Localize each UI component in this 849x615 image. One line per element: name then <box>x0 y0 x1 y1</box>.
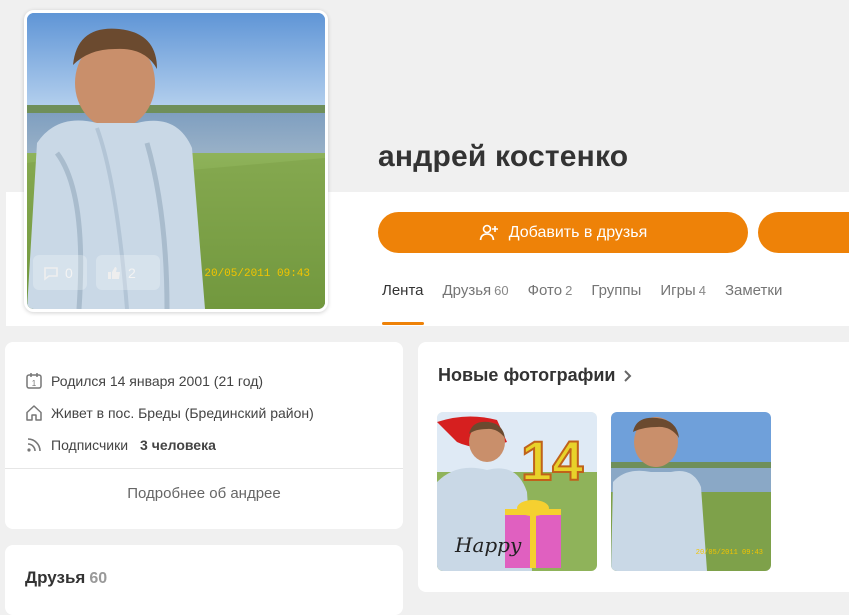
divider <box>5 468 403 469</box>
tab-games[interactable]: Игры 4 <box>660 282 706 326</box>
tab-groups-label: Группы <box>591 282 642 299</box>
avatar-comments-button[interactable]: 0 <box>33 255 87 290</box>
photo-thumbnail-1[interactable]: 14 Happy <box>437 412 597 571</box>
tab-photos-label: Фото <box>527 282 563 299</box>
new-photos-card: Новые фотографии 14 Happy 20/05/2011 09:… <box>418 342 849 592</box>
tab-groups[interactable]: Группы <box>591 282 641 326</box>
new-photos-title[interactable]: Новые фотографии <box>438 365 633 386</box>
photo-thumbnail-2[interactable]: 20/05/2011 09:43 <box>611 412 771 571</box>
calendar-icon: 1 <box>26 373 42 389</box>
photo-timestamp: 20/05/2011 09:43 <box>696 549 763 557</box>
tab-games-count: 4 <box>698 283 706 298</box>
birthday-row: 1 Родился 14 января 2001 (21 год) <box>25 372 263 390</box>
tab-friends[interactable]: Друзья 60 <box>443 282 509 326</box>
rss-icon <box>27 438 41 452</box>
comment-icon <box>44 266 58 281</box>
add-user-icon <box>479 224 498 240</box>
tab-notes-label: Заметки <box>724 282 783 299</box>
secondary-action-button[interactable] <box>758 212 849 253</box>
tab-feed[interactable]: Лента <box>382 282 424 326</box>
birthday-text: Родился 14 января 2001 (21 год) <box>51 373 264 389</box>
friends-title[interactable]: Друзья 60 <box>25 568 107 588</box>
happy-text: Happy <box>454 533 522 557</box>
avatar-comments-count: 0 <box>65 264 73 281</box>
new-photos-title-label: Новые фотографии <box>438 365 616 385</box>
avatar-timestamp: 20/05/2011 09:43 <box>204 268 310 280</box>
friends-count: 60 <box>89 570 108 587</box>
friends-title-label: Друзья <box>25 568 86 587</box>
tab-friends-label: Друзья <box>442 282 492 299</box>
followers-label: Подписчики <box>51 437 129 453</box>
home-icon <box>26 405 42 421</box>
friends-card: Друзья 60 <box>5 545 403 615</box>
chevron-right-icon <box>624 369 632 382</box>
tab-feed-label: Лента <box>382 282 424 299</box>
like-icon <box>108 266 120 279</box>
followers-count[interactable]: 3 человека <box>140 437 216 453</box>
add-friend-button[interactable]: Добавить в друзья <box>378 212 748 253</box>
tab-photos-count: 2 <box>565 283 573 298</box>
birthday-number: 14 <box>521 429 583 492</box>
location-text: Живет в пос. Бреды (Брединский район) <box>51 405 314 421</box>
about-card: 1 Родился 14 января 2001 (21 год) Живет … <box>5 342 403 529</box>
svg-text:1: 1 <box>32 379 37 388</box>
birthday-photo: 14 Happy <box>437 412 597 571</box>
avatar-likes-count: 2 <box>128 264 136 281</box>
add-friend-label: Добавить в друзья <box>508 223 648 241</box>
tab-photos[interactable]: Фото 2 <box>528 282 573 326</box>
more-about-link[interactable]: Подробнее об андрее <box>5 485 403 502</box>
tab-friends-count: 60 <box>494 283 509 298</box>
tab-games-label: Игры <box>660 282 696 299</box>
location-row: Живет в пос. Бреды (Брединский район) <box>25 404 314 422</box>
profile-name: андрей костенко <box>378 140 629 173</box>
followers-row[interactable]: Подписчики 3 человека <box>25 436 216 454</box>
tab-notes[interactable]: Заметки <box>725 282 782 326</box>
avatar-likes-button[interactable]: 2 <box>96 255 160 290</box>
lake-photo: 20/05/2011 09:43 <box>611 412 771 571</box>
profile-tabs: Лента Друзья 60 Фото 2 Группы Игры 4 Заметк… <box>382 282 801 326</box>
